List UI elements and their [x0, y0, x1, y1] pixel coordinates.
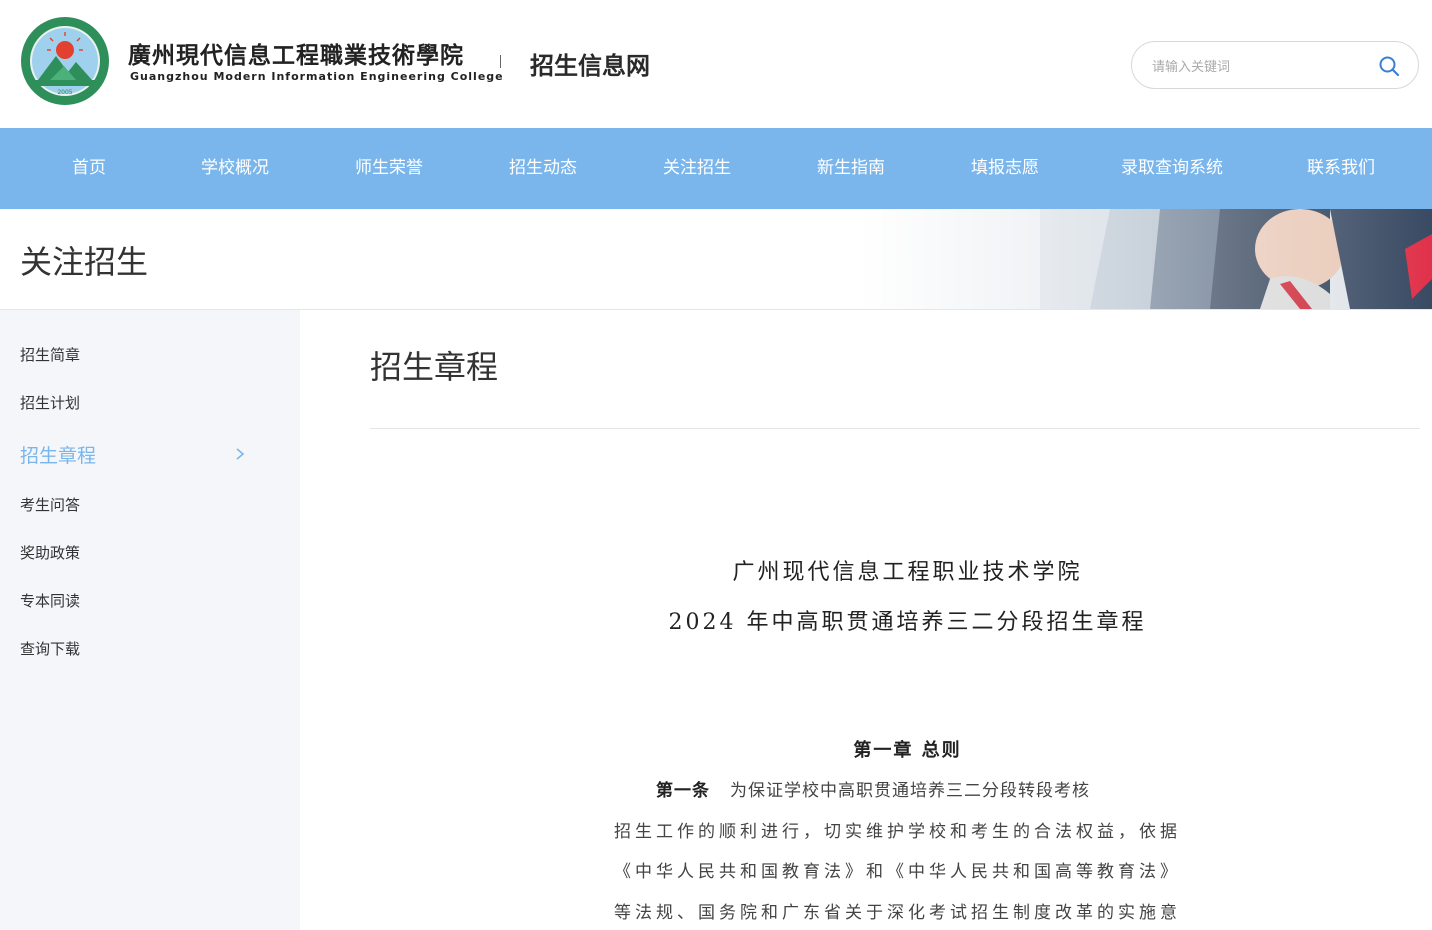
sidebar-item-admission-plan[interactable]: 招生计划 — [20, 392, 80, 413]
college-name-en[interactable]: Guangzhou Modern Information Engineering… — [130, 70, 504, 83]
college-name-cn[interactable]: 廣州現代信息工程職業技術學院 — [128, 36, 464, 70]
nav-item-application[interactable]: 填报志愿 — [971, 128, 1039, 209]
college-emblem-icon[interactable]: 2005 — [20, 16, 110, 106]
document-line: 等法规、国务院和广东省关于深化考试招生制度改革的实施意 — [614, 903, 1178, 923]
header-divider — [500, 55, 501, 68]
document-title-line2: 2024 年中高职贯通培养三二分段招生章程 — [668, 610, 1147, 635]
banner-photo — [860, 209, 1432, 309]
document-line: 招生工作的顺利进行，切实维护学校和考生的合法权益，依据 — [614, 822, 1178, 842]
nav-item-focus-admission[interactable]: 关注招生 — [663, 128, 731, 209]
nav-item-contact[interactable]: 联系我们 — [1307, 128, 1375, 209]
section-banner: 关注招生 — [0, 209, 1432, 310]
site-header: 2005 廣州現代信息工程職業技術學院 Guangzhou Modern Inf… — [0, 0, 1432, 128]
content-divider — [370, 428, 1420, 429]
chevron-right-icon — [236, 448, 245, 460]
article-label: 第一条 — [656, 781, 710, 801]
nav-item-admission-news[interactable]: 招生动态 — [509, 128, 577, 209]
nav-item-freshman-guide[interactable]: 新生指南 — [817, 128, 885, 209]
svg-text:2005: 2005 — [57, 89, 72, 96]
document-line: 第一条 为保证学校中高职贯通培养三二分段转段考核 — [614, 776, 1178, 801]
document-title-line1: 广州现代信息工程职业技术学院 — [732, 560, 1083, 585]
sidebar-item-financial-aid[interactable]: 奖助政策 — [20, 542, 80, 563]
chapter-heading: 第一章 总则 — [853, 740, 962, 761]
document-line-text: 为保证学校中高职贯通培养三二分段转段考核 — [730, 781, 1090, 801]
sidebar-item-joint-degree[interactable]: 专本同读 — [20, 590, 80, 611]
sidebar-item-admission-charter[interactable]: 招生章程 — [20, 441, 96, 468]
sidebar-item-faq[interactable]: 考生问答 — [20, 494, 80, 515]
content-title: 招生章程 — [370, 348, 499, 386]
banner-title: 关注招生 — [20, 243, 149, 281]
search-input[interactable] — [1152, 55, 1352, 77]
document-line: 《中华人民共和国教育法》和《中华人民共和国高等教育法》 — [614, 862, 1178, 882]
sidebar-item-admission-brochure[interactable]: 招生简章 — [20, 344, 80, 365]
main-nav: 首页 学校概况 师生荣誉 招生动态 关注招生 新生指南 填报志愿 录取查询系统 … — [0, 128, 1432, 209]
nav-item-admission-query[interactable]: 录取查询系统 — [1121, 128, 1223, 209]
nav-item-home[interactable]: 首页 — [72, 128, 106, 209]
site-name[interactable]: 招生信息网 — [530, 46, 650, 81]
search-box — [1131, 41, 1419, 89]
search-icon[interactable] — [1378, 55, 1400, 77]
sidebar-item-downloads[interactable]: 查询下载 — [20, 638, 80, 659]
nav-item-school-overview[interactable]: 学校概况 — [201, 128, 269, 209]
nav-item-honors[interactable]: 师生荣誉 — [355, 128, 423, 209]
